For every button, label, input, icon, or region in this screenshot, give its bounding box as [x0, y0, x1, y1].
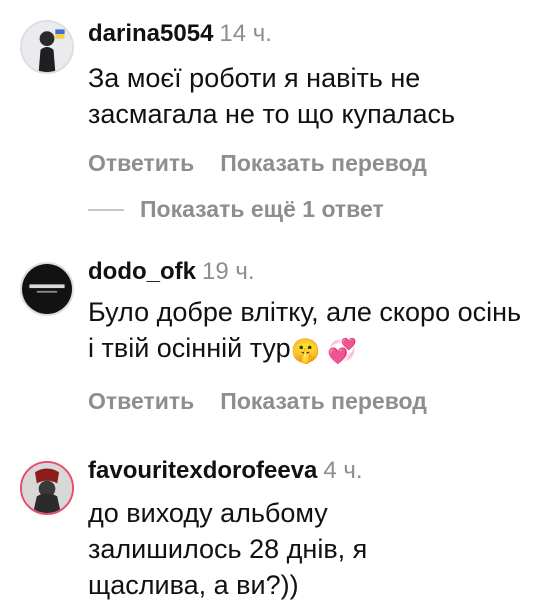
timestamp: 4 ч. [323, 457, 363, 484]
reply-button[interactable]: Ответить [88, 388, 194, 414]
avatar-image [22, 463, 72, 513]
avatar[interactable] [20, 262, 74, 316]
show-more-replies-label: Показать ещё 1 ответ [140, 196, 384, 222]
timestamp: 19 ч. [202, 258, 255, 285]
comment-text: За моєї роботи я навіть не засмагала не … [88, 63, 456, 129]
comment-text: до виходу альбому залишилось 28 днів, я … [88, 498, 368, 600]
comment-header: dodo_ofk 19 ч. [88, 258, 527, 286]
reply-button[interactable]: Ответить [88, 150, 194, 176]
comment-actions: Ответить Показать перевод [88, 150, 527, 177]
show-more-replies-button[interactable]: Показать ещё 1 ответ [88, 196, 384, 223]
comment-text: Було добре влітку, але скоро осінь і тві… [88, 294, 527, 370]
translate-button[interactable]: Показать перевод [220, 388, 427, 414]
avatar-image [22, 264, 72, 314]
username[interactable]: dodo_ofk [88, 258, 196, 285]
translate-button[interactable]: Показать перевод [220, 150, 427, 176]
comment-body: favouritexdorofeeva 4 ч. до виходу альбом… [88, 457, 527, 603]
username[interactable]: favouritexdorofeeva [88, 457, 317, 484]
avatar-image [22, 22, 72, 72]
avatar[interactable] [20, 20, 74, 74]
comment-header: darina5054 14 ч. [88, 20, 527, 48]
comment-body: darina5054 14 ч. За моєї роботи я навіть … [88, 20, 527, 177]
emoji-group: 🤫 💞 [290, 338, 358, 365]
avatar[interactable] [20, 461, 74, 515]
comment-header: favouritexdorofeeva 4 ч. [88, 457, 527, 485]
comment-body: dodo_ofk 19 ч. Було добре влітку, але ско… [88, 258, 527, 415]
comment-actions: Ответить Показать перевод [88, 388, 527, 415]
divider-line [88, 208, 124, 211]
timestamp: 14 ч. [219, 20, 272, 47]
username[interactable]: darina5054 [88, 20, 213, 47]
